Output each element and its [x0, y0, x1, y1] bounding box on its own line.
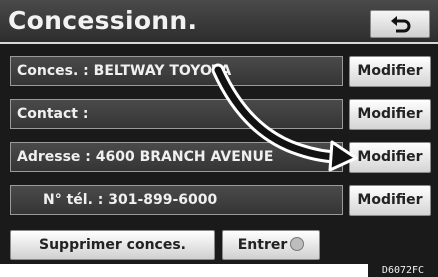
screen: Concessionn. Conces. : BELTWAY TOYOTA Mo…	[0, 0, 438, 264]
enter-button[interactable]: Entrer	[222, 230, 320, 260]
modify-phone-button[interactable]: Modifier	[349, 185, 431, 216]
phone-field: N° tél. : 301-899-6000	[10, 185, 343, 215]
title-bar: Concessionn.	[0, 0, 438, 44]
address-field: Adresse : 4600 BRANCH AVENUE	[10, 142, 343, 172]
modify-contact-button[interactable]: Modifier	[349, 99, 431, 130]
modify-address-button[interactable]: Modifier	[349, 142, 431, 173]
dealer-name-text: Conces. : BELTWAY TOYOTA	[17, 63, 232, 79]
delete-dealer-label: Supprimer conces.	[39, 237, 186, 253]
back-button[interactable]	[370, 10, 430, 38]
delete-dealer-button[interactable]: Supprimer conces.	[10, 230, 215, 260]
enter-label: Entrer	[237, 237, 288, 253]
modify-dealer-button[interactable]: Modifier	[349, 56, 431, 87]
dealer-name-field: Conces. : BELTWAY TOYOTA	[10, 56, 343, 86]
contact-text: Contact :	[17, 106, 89, 122]
address-text: Adresse : 4600 BRANCH AVENUE	[17, 149, 274, 165]
phone-text: N° tél. : 301-899-6000	[43, 192, 218, 208]
page-title: Concessionn.	[8, 6, 198, 35]
figure-code: D6072FC	[368, 264, 438, 277]
enter-circle-icon	[290, 237, 305, 251]
return-arrow-icon	[391, 16, 411, 33]
contact-field: Contact :	[10, 99, 343, 129]
